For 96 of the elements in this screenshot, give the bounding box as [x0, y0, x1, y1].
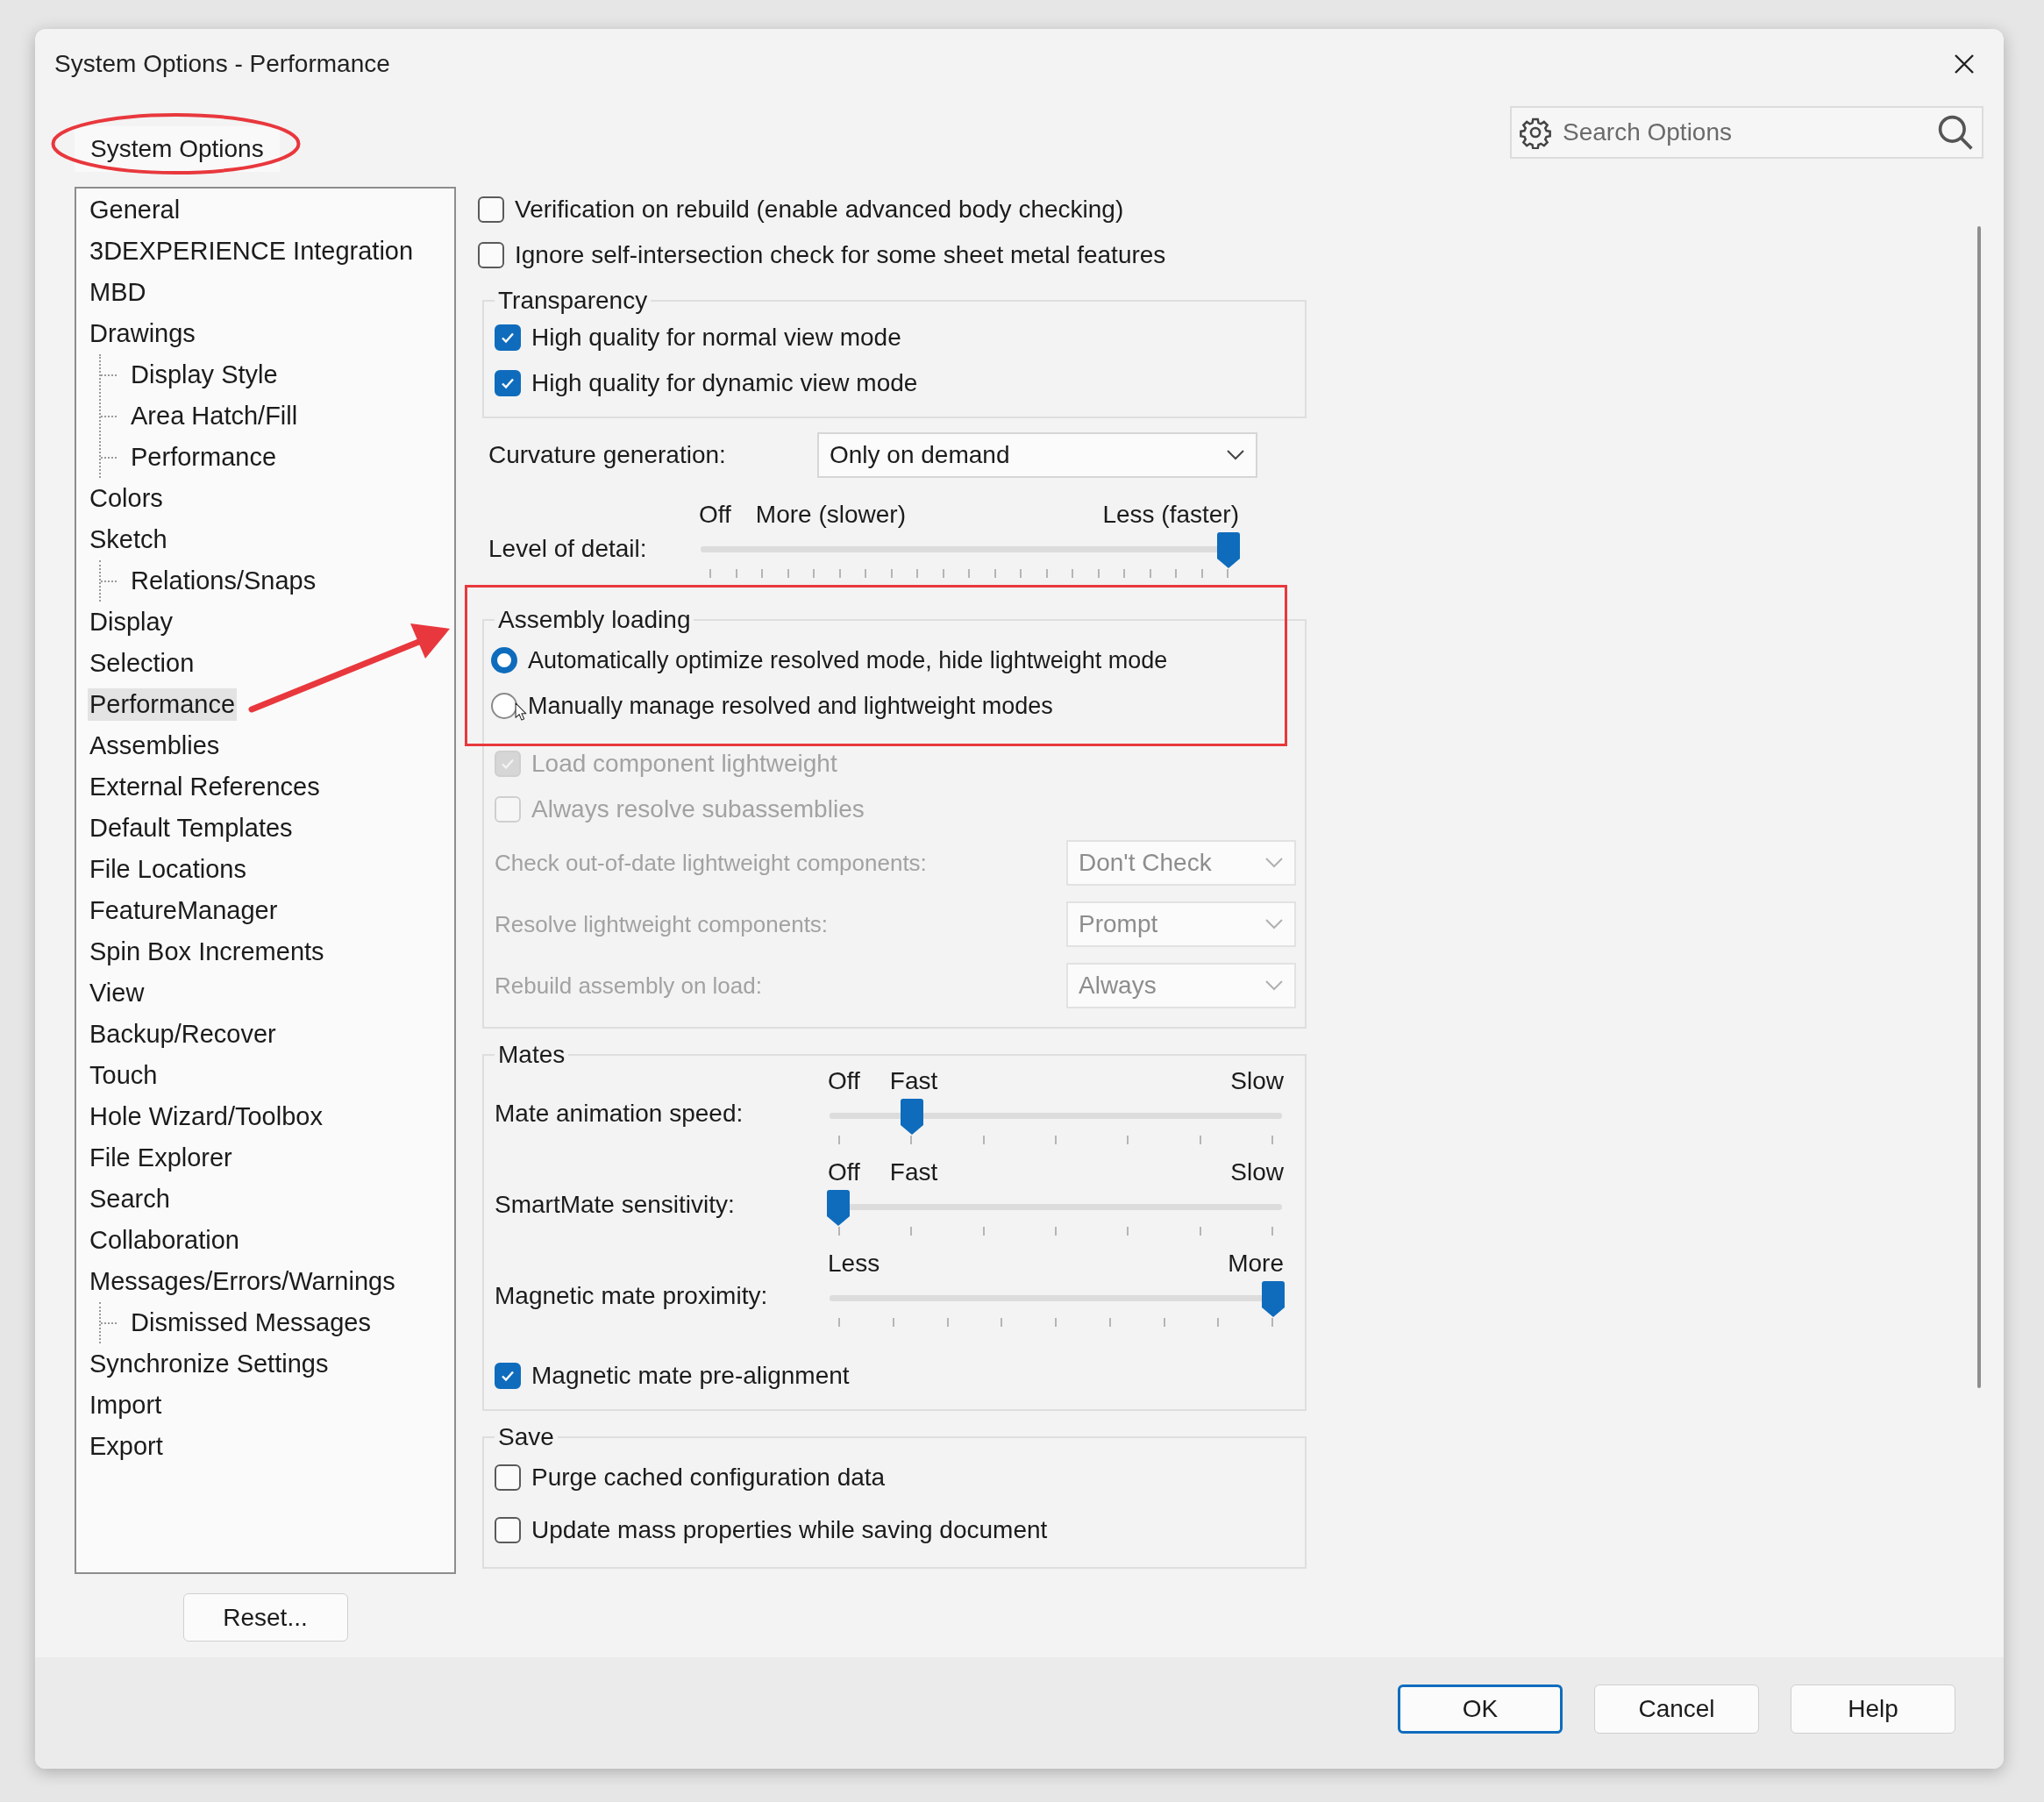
checkbox[interactable]: [495, 370, 521, 396]
dialog-button[interactable]: OK: [1398, 1684, 1563, 1734]
scale-label: Less: [828, 1250, 880, 1278]
tree-item[interactable]: Performance: [129, 441, 278, 474]
tree-item[interactable]: Selection: [88, 647, 196, 680]
chevron-down-icon: [1264, 857, 1284, 869]
scale-label: Slow: [1230, 1067, 1284, 1095]
scale-label: Off: [699, 501, 731, 529]
scale-label: Off: [828, 1067, 860, 1095]
gear-icon: [1519, 116, 1552, 149]
scale-label: Fast: [889, 1158, 938, 1186]
tree-item[interactable]: Touch: [88, 1059, 160, 1092]
checkbox-label: High quality for normal view mode: [531, 324, 901, 352]
radio-button[interactable]: [491, 647, 517, 673]
tree-item[interactable]: FeatureManager: [88, 894, 280, 927]
checkbox-label: Load component lightweight: [531, 750, 837, 778]
tree-item[interactable]: Spin Box Increments: [88, 936, 326, 968]
dialog-button[interactable]: Cancel: [1594, 1684, 1759, 1734]
field-label: Level of detail:: [488, 535, 648, 563]
tree-item[interactable]: Drawings: [88, 317, 197, 350]
field-label: Resolve lightweight components:: [495, 910, 829, 938]
scale-label: Less (faster): [1102, 501, 1239, 529]
checkbox-label: Magnetic mate pre-alignment: [531, 1362, 850, 1390]
checkbox[interactable]: [495, 1464, 521, 1491]
tree-item[interactable]: Area Hatch/Fill: [129, 400, 300, 432]
tree-item[interactable]: Display Style: [129, 359, 280, 391]
checkbox-label: Purge cached configuration data: [531, 1464, 886, 1492]
field-label: SmartMate sensitivity:: [495, 1191, 736, 1219]
scale-label: Off: [828, 1158, 860, 1186]
chevron-down-icon: [1264, 979, 1284, 992]
slider-thumb[interactable]: [1261, 1281, 1286, 1318]
tree-item[interactable]: File Locations: [88, 853, 248, 886]
close-icon: [1954, 53, 1975, 75]
group-title: Assembly loading: [497, 606, 692, 634]
checkbox-label: Update mass properties while saving document: [531, 1516, 1048, 1544]
checkbox-label: Always resolve subassemblies: [531, 795, 865, 823]
radio-button[interactable]: [491, 693, 517, 719]
tree-item[interactable]: Export: [88, 1430, 165, 1463]
slider-thumb[interactable]: [1216, 532, 1241, 569]
tree-item[interactable]: Backup/Recover: [88, 1018, 278, 1051]
checkbox[interactable]: [478, 196, 504, 223]
radio-label: Manually manage resolved and lightweight modes: [528, 692, 1053, 720]
dropdown[interactable]: Only on demand: [817, 432, 1257, 478]
tree-item[interactable]: Performance: [88, 688, 237, 721]
field-label: Check out-of-date lightweight components:: [495, 849, 927, 877]
tree-item[interactable]: Synchronize Settings: [88, 1348, 331, 1380]
scale-label: More (slower): [755, 501, 906, 529]
tree-item[interactable]: Messages/Errors/Warnings: [88, 1265, 397, 1298]
field-label: Rebuild assembly on load:: [495, 972, 762, 1000]
tree-item[interactable]: View: [88, 977, 146, 1009]
field-label: Curvature generation:: [488, 441, 727, 469]
search-field[interactable]: Search Options: [1510, 106, 1983, 159]
group-title: Transparency: [497, 287, 649, 315]
group-title: Save: [497, 1423, 555, 1451]
window-title: System Options - Performance: [54, 50, 390, 78]
tree-item[interactable]: 3DEXPERIENCE Integration: [88, 235, 416, 267]
radio-label: Automatically optimize resolved mode, hide lightweight mode: [528, 646, 1168, 674]
tree-item[interactable]: File Explorer: [88, 1142, 234, 1174]
tree-item[interactable]: Display: [88, 606, 175, 638]
checkbox-label: High quality for dynamic view mode: [531, 369, 918, 397]
tree-item[interactable]: General: [88, 194, 182, 226]
slider-thumb[interactable]: [826, 1190, 851, 1227]
checkbox[interactable]: [495, 324, 521, 351]
tree-item[interactable]: MBD: [88, 276, 148, 309]
scale-label: More: [1228, 1250, 1284, 1278]
tab[interactable]: System Options: [75, 126, 280, 172]
checkbox-label: Ignore self-intersection check for some sheet metal features: [515, 241, 1166, 269]
scale-label: Slow: [1230, 1158, 1284, 1186]
slider-thumb[interactable]: [900, 1099, 925, 1136]
scale-label: Fast: [889, 1067, 938, 1095]
group-title: Mates: [497, 1041, 566, 1069]
mouse-pointer-icon: [515, 702, 527, 721]
tree-item[interactable]: Colors: [88, 482, 165, 515]
search-input[interactable]: Search Options: [1561, 118, 1927, 147]
tree-item[interactable]: Relations/Snaps: [129, 565, 318, 597]
scrollbar[interactable]: [1977, 226, 1981, 1388]
tree-item[interactable]: External References: [88, 771, 322, 803]
tree-item[interactable]: Assemblies: [88, 730, 222, 762]
field-label: Magnetic mate proximity:: [495, 1282, 769, 1310]
tree-item[interactable]: Default Templates: [88, 812, 295, 844]
checkbox-label: Verification on rebuild (enable advanced body checking): [515, 196, 1124, 224]
chevron-down-icon: [1226, 449, 1245, 461]
search-icon[interactable]: [1936, 113, 1975, 152]
tree-item[interactable]: Sketch: [88, 524, 169, 556]
tree-item[interactable]: Import: [88, 1389, 164, 1421]
chevron-down-icon: [1264, 918, 1284, 930]
tree-item[interactable]: Collaboration: [88, 1224, 241, 1257]
checkbox[interactable]: [495, 1517, 521, 1543]
field-label: Mate animation speed:: [495, 1100, 744, 1128]
reset-button[interactable]: Reset...: [182, 1593, 348, 1642]
dialog-button[interactable]: Help: [1791, 1684, 1955, 1734]
tree-item[interactable]: Hole Wizard/Toolbox: [88, 1100, 324, 1133]
checkbox[interactable]: [478, 242, 504, 268]
checkbox[interactable]: [495, 1363, 521, 1389]
tree-item[interactable]: Search: [88, 1183, 172, 1215]
tree-item[interactable]: Dismissed Messages: [129, 1307, 373, 1339]
